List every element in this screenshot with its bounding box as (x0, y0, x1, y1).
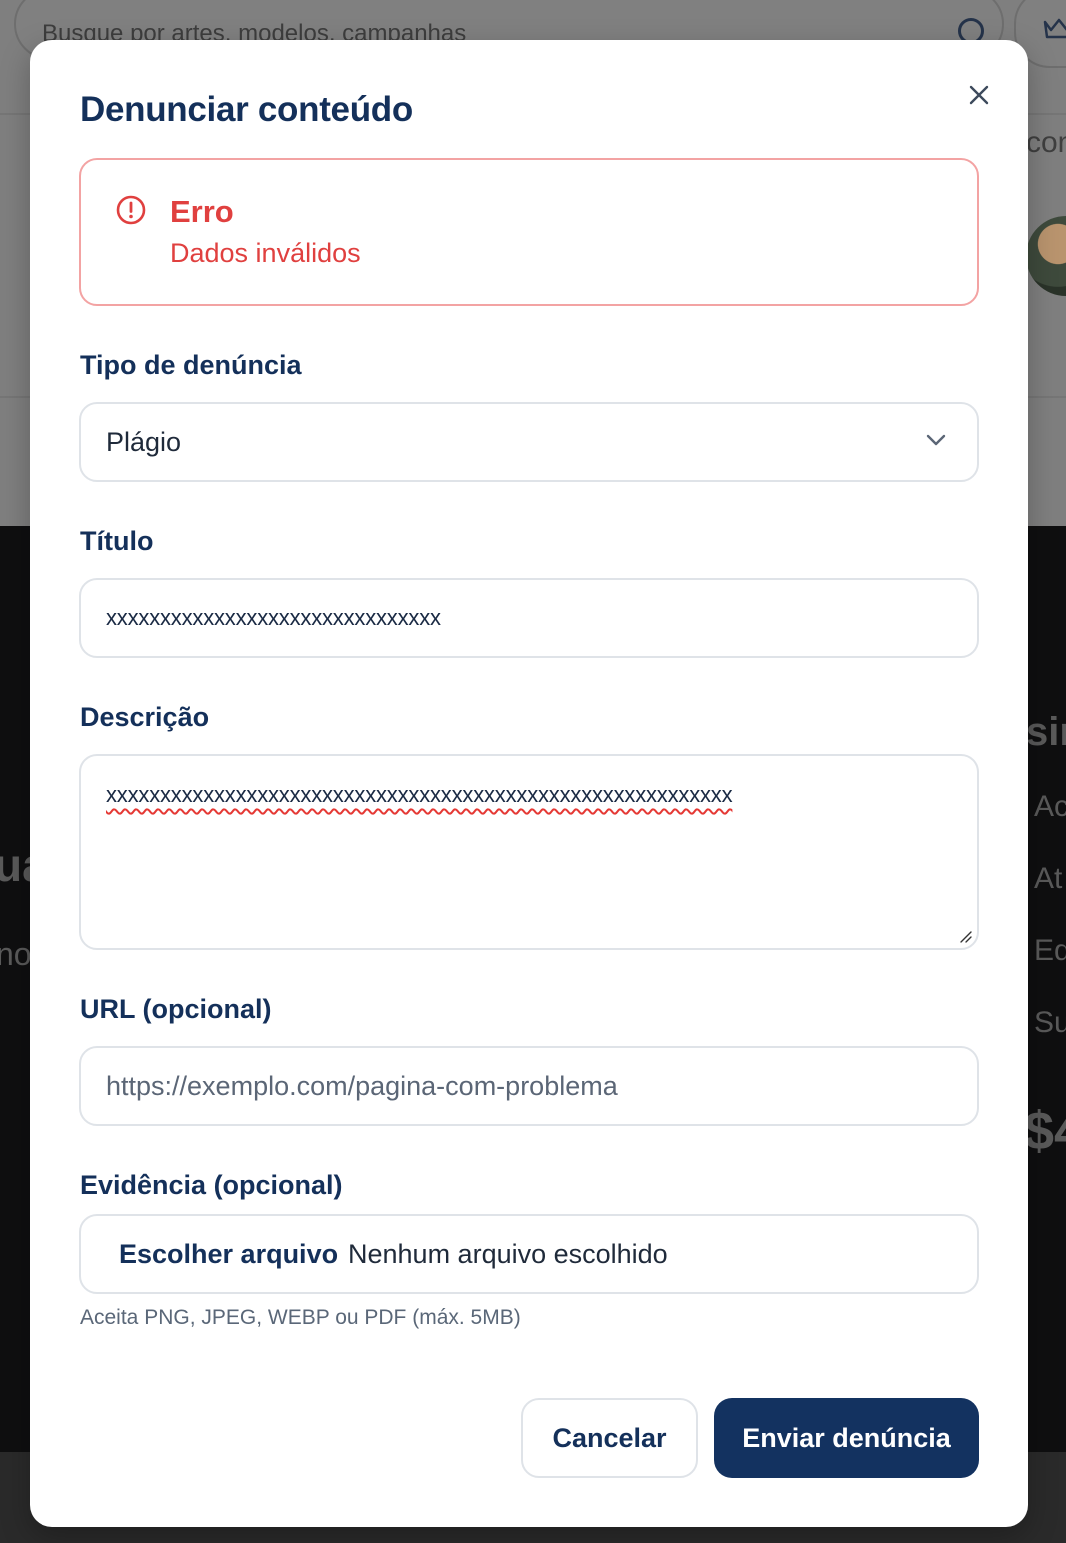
background-text: $4 (1024, 1101, 1066, 1161)
alert-circle-icon (116, 195, 146, 225)
evidence-file-input[interactable]: Escolher arquivo Nenhum arquivo escolhid… (79, 1214, 979, 1294)
close-button[interactable] (960, 76, 998, 114)
report-type-value: Plágio (106, 426, 182, 457)
background-text: Ed (1034, 934, 1066, 967)
background-text: Ac (1034, 790, 1066, 823)
title-input[interactable]: xxxxxxxxxxxxxxxxxxxxxxxxxxxxxxx (79, 578, 979, 658)
background-text: sin (1026, 710, 1066, 754)
background-text: com (1026, 126, 1066, 159)
report-type-select[interactable]: Plágio (79, 402, 979, 482)
error-alert: Erro Dados inválidos (79, 158, 979, 306)
report-type-label: Tipo de denúncia (80, 350, 302, 380)
description-label: Descrição (80, 702, 210, 732)
url-label: URL (opcional) (80, 994, 272, 1024)
error-title: Erro (170, 194, 234, 229)
resize-handle-icon[interactable] (957, 928, 973, 944)
error-message: Dados inválidos (170, 238, 361, 268)
evidence-label: Evidência (opcional) (80, 1170, 343, 1200)
title-label: Título (80, 526, 154, 556)
submit-report-button[interactable]: Enviar denúncia (714, 1398, 979, 1478)
background-text: At (1034, 862, 1063, 895)
dialog-title: Denunciar conteúdo (80, 90, 413, 129)
cancel-button[interactable]: Cancelar (521, 1398, 698, 1478)
close-icon (969, 85, 989, 105)
crown-icon (1043, 18, 1066, 39)
chevron-down-icon (926, 434, 946, 446)
background-text: no (0, 936, 32, 972)
choose-file-button[interactable]: Escolher arquivo (119, 1216, 338, 1292)
report-content-dialog: Denunciar conteúdo Erro Dados inválidos … (30, 40, 1028, 1527)
url-input[interactable]: https://exemplo.com/pagina-com-problema (79, 1046, 979, 1126)
evidence-hint: Aceita PNG, JPEG, WEBP ou PDF (máx. 5MB) (80, 1306, 521, 1329)
file-status-text: Nenhum arquivo escolhido (348, 1238, 668, 1269)
title-input-value: xxxxxxxxxxxxxxxxxxxxxxxxxxxxxxx (106, 605, 441, 630)
background-text: Su (1034, 1006, 1066, 1039)
url-input-placeholder: https://exemplo.com/pagina-com-problema (106, 1070, 618, 1101)
description-textarea[interactable]: xxxxxxxxxxxxxxxxxxxxxxxxxxxxxxxxxxxxxxxx… (79, 754, 979, 950)
description-value: xxxxxxxxxxxxxxxxxxxxxxxxxxxxxxxxxxxxxxxx… (106, 782, 733, 807)
